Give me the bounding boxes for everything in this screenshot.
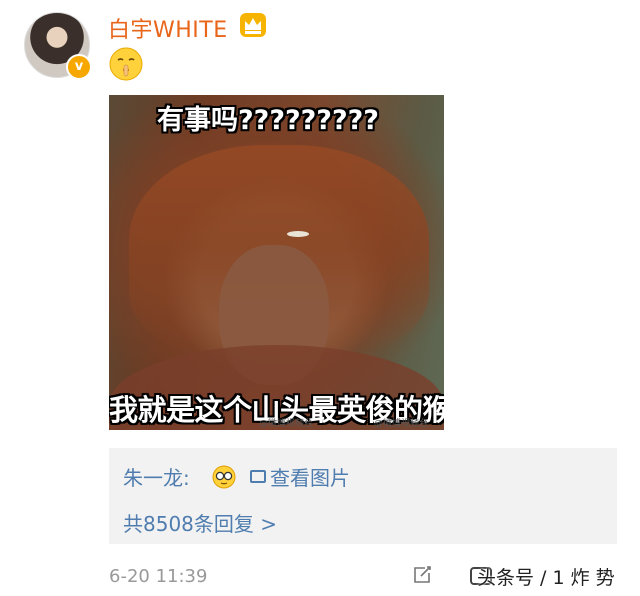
glasses-face-emoji-icon: [212, 465, 236, 489]
share-icon[interactable]: [412, 565, 432, 585]
username[interactable]: 白宇WHITE: [108, 12, 228, 44]
image-watermark: @微博视频台: [374, 419, 429, 429]
replies-link[interactable]: 共8508条回复 >: [123, 508, 277, 537]
view-image-label: 查看图片: [270, 466, 350, 490]
source-watermark: 头条号 / 1 炸 势: [477, 567, 615, 589]
crown-icon: [240, 13, 266, 37]
commenter-name[interactable]: 朱一龙:: [123, 462, 190, 491]
shush-emoji-icon: [109, 47, 143, 81]
verified-badge-icon: v: [66, 54, 92, 80]
image-eye: [287, 231, 309, 237]
view-image-link[interactable]: 查看图片: [248, 462, 350, 491]
image-watermark: @微博视频台: [259, 419, 314, 429]
post-timestamp: 6-20 11:39: [109, 566, 208, 587]
meme-caption-top: 有事吗?????????: [157, 105, 379, 136]
post-image[interactable]: 有事吗????????? 我就是这个山头最英俊的猴 @微博视频台 @微博视频台: [109, 95, 444, 430]
